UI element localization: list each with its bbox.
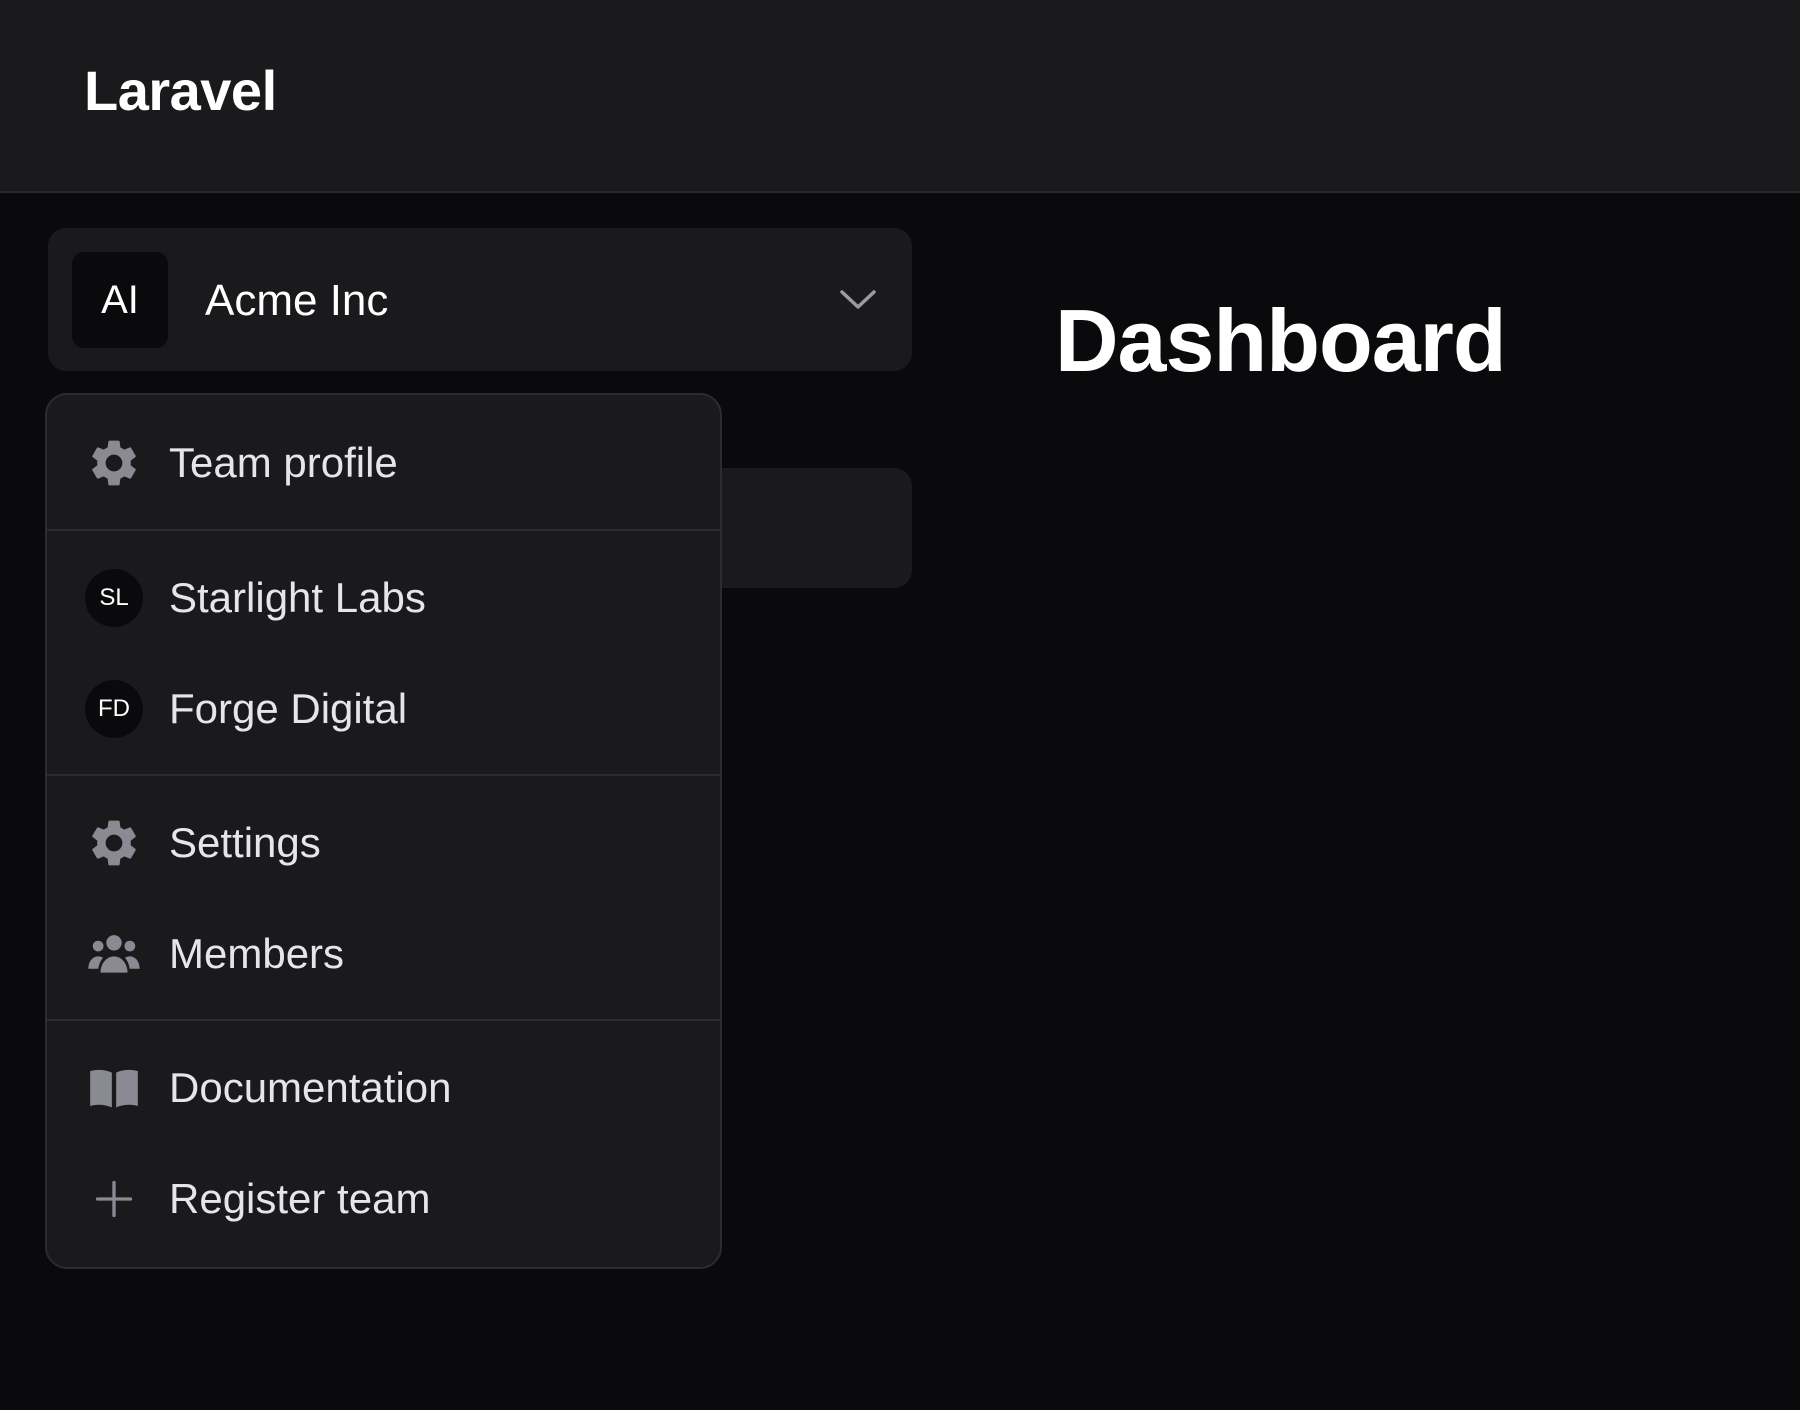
menu-item-label: Forge Digital: [169, 684, 408, 732]
menu-item-documentation[interactable]: Documentation: [47, 1032, 720, 1143]
menu-item-team-forge-digital[interactable]: FD Forge Digital: [47, 653, 720, 764]
menu-item-label: Members: [169, 929, 345, 977]
dropdown-section-team-admin: Settings Members: [47, 776, 720, 1021]
users-icon: [85, 925, 143, 983]
team-avatar: FD: [85, 679, 143, 738]
menu-item-label: Register team: [169, 1174, 431, 1222]
dropdown-section-teams: SL Starlight Labs FD Forge Digital: [47, 531, 720, 776]
page-title: Dashboard: [1055, 291, 1507, 390]
book-icon: [85, 1059, 143, 1117]
team-switcher-button[interactable]: AI Acme Inc: [48, 228, 912, 371]
menu-item-team-starlight-labs[interactable]: SL Starlight Labs: [47, 542, 720, 653]
gear-icon: [85, 814, 143, 872]
menu-item-members[interactable]: Members: [47, 898, 720, 1009]
team-initials: SL: [85, 568, 143, 627]
current-team-name: Acme Inc: [205, 276, 389, 325]
brand-logo[interactable]: Laravel: [84, 58, 277, 123]
menu-item-settings[interactable]: Settings: [47, 787, 720, 898]
menu-item-label: Settings: [169, 818, 321, 866]
chevron-down-icon[interactable]: [838, 288, 878, 312]
team-avatar: AI: [72, 252, 168, 348]
menu-item-register-team[interactable]: Register team: [47, 1143, 720, 1254]
menu-item-label: Starlight Labs: [169, 573, 426, 621]
dropdown-section-misc: Documentation Register team: [47, 1021, 720, 1254]
gear-icon: [85, 434, 143, 492]
dropdown-section-profile: Team profile: [47, 395, 720, 531]
top-bar: Laravel: [0, 0, 1800, 193]
team-dropdown-menu: Team profile SL Starlight Labs FD Forge …: [45, 393, 722, 1269]
team-avatar: SL: [85, 568, 143, 627]
menu-item-label: Team profile: [169, 438, 398, 486]
plus-icon: [85, 1170, 143, 1228]
menu-item-label: Documentation: [169, 1063, 452, 1111]
menu-item-team-profile[interactable]: Team profile: [47, 407, 720, 518]
team-initials: FD: [85, 679, 143, 738]
